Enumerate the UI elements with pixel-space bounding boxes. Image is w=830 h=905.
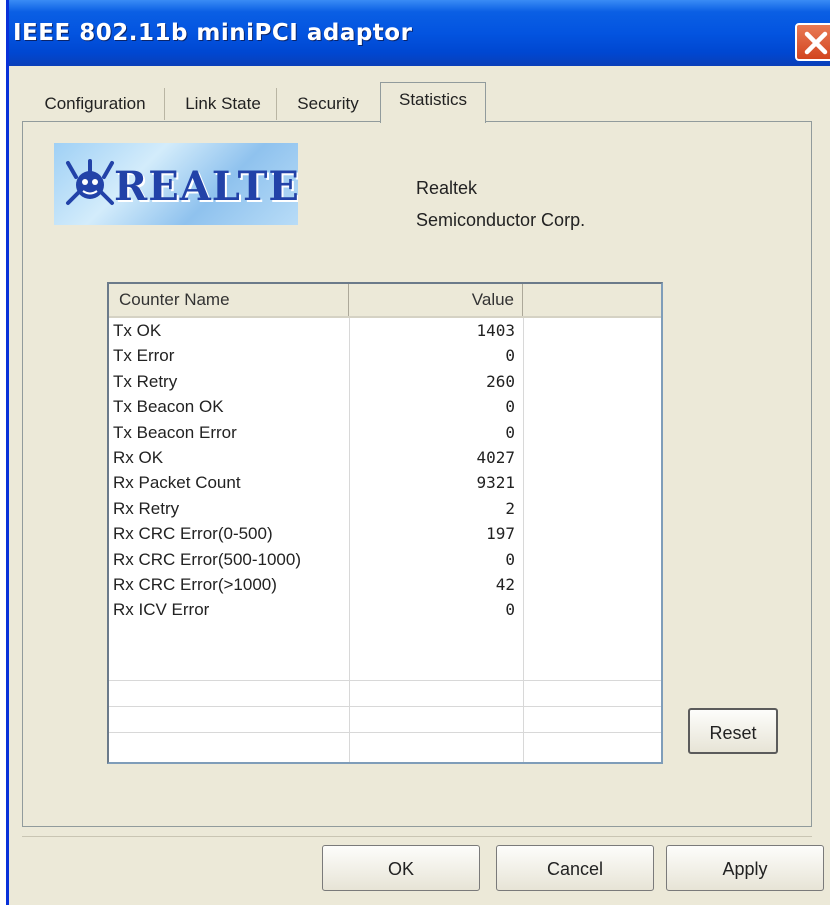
table-row[interactable]: Rx OK 4027 (109, 445, 661, 470)
table-row[interactable]: Rx Packet Count 9321 (109, 470, 661, 495)
reset-button[interactable]: Reset (688, 708, 778, 754)
table-row[interactable]: Tx Retry 260 (109, 369, 661, 394)
counter-value-cell: 0 (505, 397, 515, 417)
table-row[interactable]: Rx CRC Error(0-500) 197 (109, 521, 661, 546)
counter-name-cell: Tx Beacon OK (113, 397, 224, 417)
realtek-logo: REALTEK (54, 143, 298, 225)
tab-statistics[interactable]: Statistics (380, 82, 486, 123)
counter-name-cell: Tx Beacon Error (113, 422, 237, 442)
title-bar[interactable]: IEEE 802.11b miniPCI adaptor (9, 0, 830, 66)
counter-name-cell: Rx OK (113, 447, 164, 467)
row-divider (109, 680, 661, 681)
counter-name-cell: Tx Retry (113, 371, 178, 391)
table-header: Counter Name Value (109, 284, 661, 318)
ok-button[interactable]: OK (322, 845, 480, 891)
logo-text: REALTEK (114, 163, 298, 210)
tab-security[interactable]: Security (282, 88, 374, 120)
table-row[interactable]: Tx Beacon Error 0 (109, 420, 661, 445)
apply-button[interactable]: Apply (666, 845, 824, 891)
counter-value-cell: 0 (505, 422, 515, 442)
window-title: IEEE 802.11b miniPCI adaptor (13, 20, 413, 46)
tab-configuration[interactable]: Configuration (26, 88, 165, 120)
table-body: Tx OK 1403 Tx Error 0 Tx Retry 260 Tx Beacon O… (109, 318, 661, 623)
counter-name-cell: Tx OK (113, 321, 162, 340)
cancel-button[interactable]: Cancel (496, 845, 654, 891)
counter-value-cell: 4027 (476, 447, 515, 467)
counter-value-cell: 0 (505, 549, 515, 569)
counter-name-cell: Rx CRC Error(>1000) (113, 574, 277, 594)
tab-link-state[interactable]: Link State (170, 88, 277, 120)
counter-name-cell: Rx Retry (113, 498, 180, 518)
table-row[interactable]: Tx Beacon OK 0 (109, 394, 661, 419)
table-row[interactable]: Tx Error 0 (109, 343, 661, 368)
column-header-counter-name[interactable]: Counter Name (109, 284, 349, 316)
company-info: Realtek Semiconductor Corp. (416, 172, 585, 236)
counter-value-cell: 42 (495, 574, 515, 594)
counter-name-cell: Tx Error (113, 346, 175, 366)
close-button[interactable] (795, 23, 830, 61)
column-header-value[interactable]: Value (349, 284, 523, 316)
counter-value-cell: 1403 (476, 321, 515, 340)
row-divider (109, 706, 661, 707)
statistics-table[interactable]: Counter Name Value Tx OK 1403 Tx Error 0 Tx … (107, 282, 663, 764)
counter-name-cell: Rx ICV Error (113, 600, 210, 620)
counter-value-cell: 0 (505, 600, 515, 620)
realtek-crab-logo-icon (66, 159, 114, 205)
close-icon (804, 31, 828, 55)
company-line-1: Realtek (416, 178, 478, 198)
table-row[interactable]: Rx CRC Error(>1000) 42 (109, 572, 661, 597)
counter-value-cell: 197 (486, 524, 515, 544)
counter-name-cell: Rx Packet Count (113, 473, 241, 493)
table-row[interactable]: Rx CRC Error(500-1000) 0 (109, 547, 661, 572)
counter-value-cell: 0 (505, 346, 515, 366)
footer-divider (22, 836, 812, 837)
counter-name-cell: Rx CRC Error(500-1000) (113, 549, 301, 569)
row-divider (109, 732, 661, 733)
counter-value-cell: 9321 (476, 473, 515, 493)
column-header-empty (523, 284, 661, 316)
table-row[interactable]: Tx OK 1403 (109, 318, 661, 343)
counter-name-cell: Rx CRC Error(0-500) (113, 524, 273, 544)
table-row[interactable]: Rx Retry 2 (109, 496, 661, 521)
table-row[interactable]: Rx ICV Error 0 (109, 597, 661, 622)
company-line-2: Semiconductor Corp. (416, 210, 586, 230)
counter-value-cell: 260 (486, 371, 515, 391)
counter-value-cell: 2 (505, 498, 515, 518)
